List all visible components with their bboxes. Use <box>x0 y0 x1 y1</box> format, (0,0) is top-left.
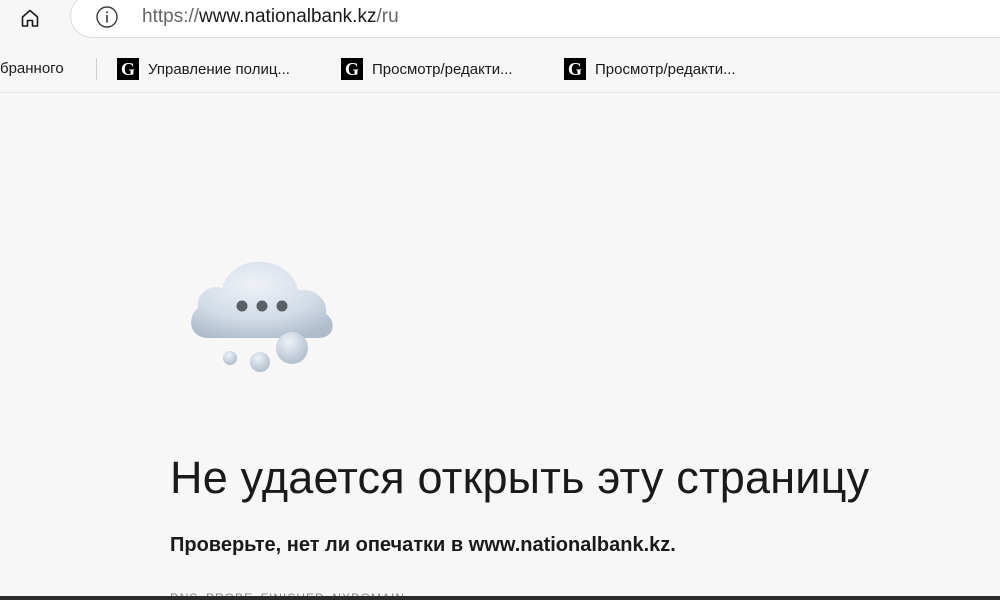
favicon-g-icon: G <box>564 58 586 80</box>
favorites-bar: бранного G Управление полиц... G Просмот… <box>0 46 1000 93</box>
favorite-item-label: Управление полиц... <box>148 60 290 78</box>
url-text[interactable]: https://www.nationalbank.kz/ru <box>142 6 399 28</box>
browser-window: https://www.nationalbank.kz/ru бранного … <box>0 0 1000 600</box>
window-bottom-edge <box>0 596 1000 600</box>
offline-cloud-icon <box>191 261 333 372</box>
error-subtitle: Проверьте, нет ли опечатки в www.nationa… <box>170 534 676 556</box>
url-path: /ru <box>376 6 399 27</box>
favorite-item[interactable]: G Просмотр/редакти... <box>341 57 513 81</box>
favicon-g-icon: G <box>341 58 363 80</box>
error-title: Не удается открыть эту страницу <box>170 452 870 503</box>
site-info-button[interactable] <box>94 4 120 30</box>
home-icon <box>21 9 39 27</box>
url-host: www.nationalbank.kz <box>199 6 377 27</box>
favorite-item-label: Просмотр/редакти... <box>595 60 736 78</box>
info-icon <box>96 6 118 28</box>
url-protocol: https:// <box>142 6 200 27</box>
browser-toolbar: https://www.nationalbank.kz/ru <box>0 0 1000 44</box>
favorites-divider <box>96 58 97 80</box>
favicon-g-icon: G <box>117 58 139 80</box>
favorite-item[interactable]: G Просмотр/редакти... <box>564 57 736 81</box>
favorite-item[interactable]: G Управление полиц... <box>117 57 290 81</box>
favorites-folder-label[interactable]: бранного <box>0 60 64 77</box>
home-button[interactable] <box>12 2 48 34</box>
favorite-item-label: Просмотр/редакти... <box>372 60 513 78</box>
